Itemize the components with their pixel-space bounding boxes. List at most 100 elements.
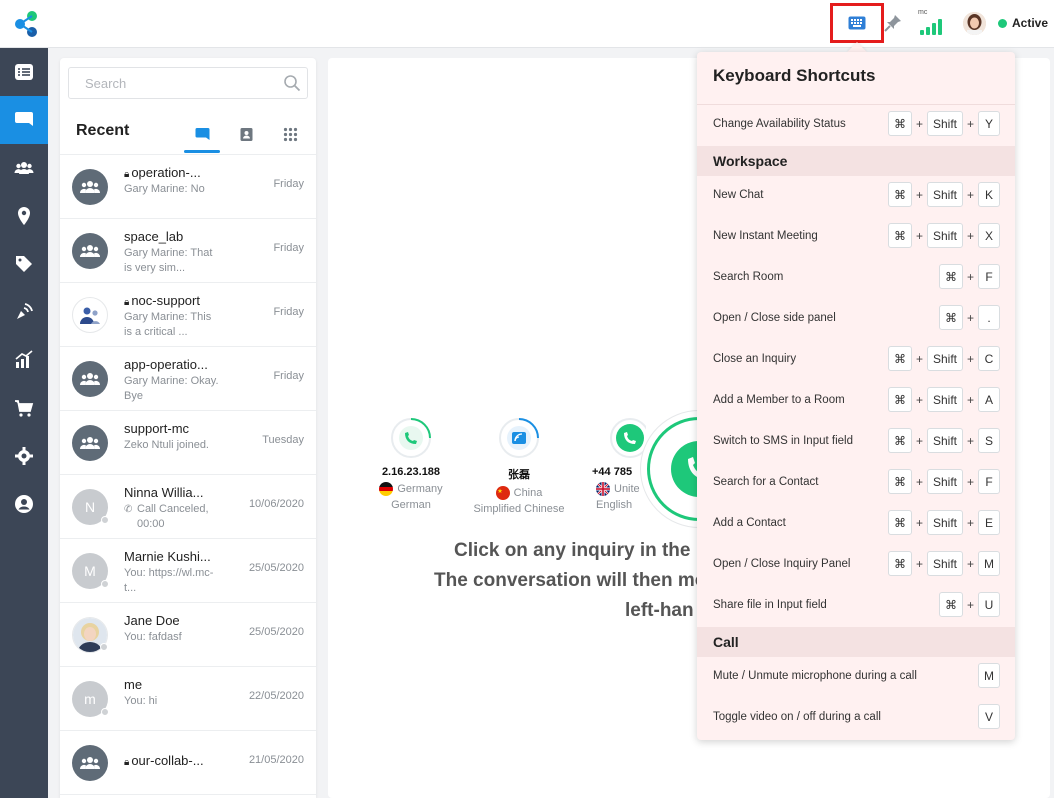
number-value: 2.16.23.188 [381, 466, 441, 478]
shortcut-row: Toggle video on / off during a call V [697, 698, 1015, 739]
tab-apps[interactable] [272, 116, 308, 152]
key-cap: V [978, 704, 1000, 729]
key-cap: F [978, 264, 1000, 289]
key-cap: ⌘ [938, 305, 963, 330]
group-avatar [72, 745, 108, 781]
item-date: 10/06/2020 [248, 498, 304, 510]
item-name: Jane Doe [124, 613, 180, 628]
lock-icon: 🔒︎ [124, 757, 130, 768]
key-cap: A [978, 387, 1000, 412]
nav-tags[interactable] [0, 240, 48, 288]
list-item[interactable]: N Ninna Willia... ✆ Call Canceled, 00:00 … [60, 475, 316, 539]
key-cap: M [978, 551, 1000, 576]
item-preview: You: hi [124, 695, 158, 707]
dashboard-icon [15, 64, 33, 80]
key-cap: Shift [926, 510, 963, 535]
number-card[interactable]: +44 785 Unite English [576, 418, 646, 511]
broadcast-icon [17, 303, 33, 319]
search-icon[interactable] [283, 74, 301, 92]
app-logo[interactable] [13, 10, 41, 38]
recent-panel: Recent 🔒︎operation-... Gary Marine: No F… [60, 58, 316, 798]
nav-broadcast[interactable] [0, 288, 48, 336]
list-item[interactable]: Jane Doe You: fafdasf 25/05/2020 [60, 603, 316, 667]
shortcut-label: Share file in Input field [713, 599, 827, 611]
group-icon [80, 373, 100, 385]
item-name: me [124, 677, 143, 692]
number-value: +44 785 [592, 466, 633, 478]
lock-icon: 🔒︎ [124, 297, 130, 308]
availability-status[interactable]: Active [998, 16, 1048, 30]
tab-chats[interactable] [184, 116, 220, 153]
key-cap: ⌘ [938, 592, 963, 617]
number-language: German [391, 499, 431, 511]
key-cap: Y [978, 111, 1000, 136]
nav-dashboard[interactable] [0, 48, 48, 96]
nav-profile[interactable] [0, 480, 48, 528]
group-avatar [72, 233, 108, 269]
list-item[interactable]: space_lab Gary Marine: That is very sim.… [60, 219, 316, 283]
item-name: operation-... [131, 165, 201, 180]
nav-contacts[interactable] [0, 144, 48, 192]
number-language: English [596, 499, 633, 511]
cart-icon [15, 400, 34, 417]
number-country: Germany [397, 483, 443, 495]
shortcut-label: Add a Member to a Room [713, 394, 845, 406]
nav-store[interactable] [0, 384, 48, 432]
item-preview: You: https://wl.mc-t... [124, 567, 214, 594]
key-cap: ⌘ [887, 111, 912, 136]
item-name: app-operatio... [124, 357, 208, 372]
section-title-call: Call [697, 627, 1015, 657]
nav-location[interactable] [0, 192, 48, 240]
list-item[interactable]: app-operatio... Gary Marine: Okay. Bye F… [60, 347, 316, 411]
address-book-icon [240, 127, 252, 141]
list-item[interactable]: 🔒︎ operation-... Gary Marine: No Friday [60, 155, 316, 219]
list-item[interactable]: support-mc Zeko Ntuli joined. Tuesday [60, 411, 316, 475]
item-name: noc-support [131, 293, 200, 308]
list-item[interactable]: 🔒︎ noc-support Gary Marine: This is a cri… [60, 283, 316, 347]
list-item[interactable]: 🔒︎ our-collab-... 21/05/2020 [60, 731, 316, 795]
avatar: M [72, 553, 109, 589]
keyboard-shortcuts-button[interactable] [830, 3, 884, 43]
left-nav [0, 48, 48, 798]
phone-icon [610, 418, 646, 458]
number-card[interactable]: 张磊 China Simplified Chinese [464, 418, 574, 515]
shortcut-row: Add a Contact ⌘ + Shift + E [697, 504, 1015, 545]
section-title-workspace: Workspace [697, 146, 1015, 176]
status-dot [998, 18, 1007, 28]
key-cap: Shift [926, 428, 963, 453]
item-date: Friday [273, 242, 304, 254]
tag-icon [16, 256, 32, 272]
tab-contacts[interactable] [228, 116, 264, 152]
item-name: Ninna Willia... [124, 485, 204, 500]
group-icon [80, 181, 100, 193]
key-cap: Shift [926, 346, 963, 371]
shortcut-label: Toggle video on / off during a call [713, 711, 881, 723]
item-name: Marnie Kushi... [124, 549, 211, 564]
item-date: Friday [273, 306, 304, 318]
pin-icon[interactable] [883, 13, 903, 33]
lock-icon: 🔒︎ [124, 169, 130, 180]
key-cap: U [978, 592, 1000, 617]
keyboard-icon [848, 16, 866, 30]
shortcut-label: Open / Close Inquiry Panel [713, 558, 851, 570]
settings-icon [15, 447, 33, 465]
top-bar: mc Active [0, 0, 1054, 48]
user-avatar[interactable] [963, 12, 986, 35]
nav-analytics[interactable] [0, 336, 48, 384]
shortcut-row: Open / Close side panel ⌘ + . [697, 299, 1015, 340]
group-avatar [72, 169, 108, 205]
shortcut-label: New Chat [713, 189, 764, 201]
nav-chat[interactable] [0, 96, 48, 144]
number-card[interactable]: 2.16.23.188 Germany German [356, 418, 466, 511]
item-preview: You: fafdasf [124, 631, 182, 643]
item-date: Tuesday [262, 434, 304, 446]
group-avatar [72, 425, 108, 461]
list-item[interactable]: m me You: hi 22/05/2020 [60, 667, 316, 731]
search-input[interactable] [85, 68, 285, 98]
chat-icon [15, 112, 33, 126]
shortcut-label: Close an Inquiry [713, 353, 797, 365]
nav-settings[interactable] [0, 432, 48, 480]
shortcut-row: Share file in Input field ⌘ + U [697, 586, 1015, 627]
item-name: support-mc [124, 421, 190, 436]
list-item[interactable]: M Marnie Kushi... You: https://wl.mc-t..… [60, 539, 316, 603]
